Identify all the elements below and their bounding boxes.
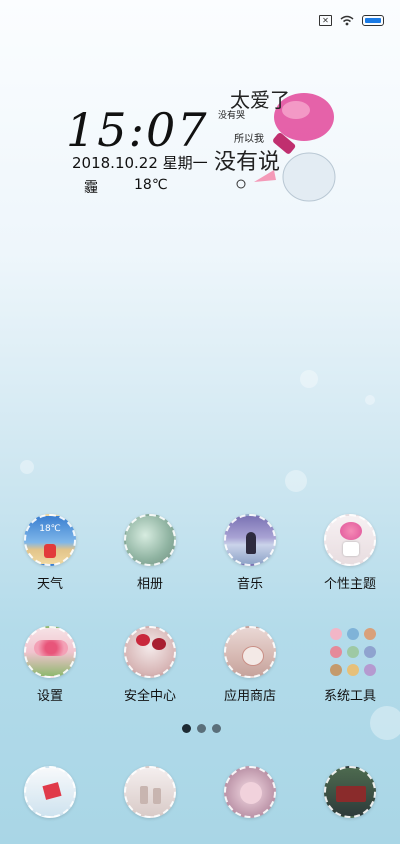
art-text-big-2: 没有说: [214, 150, 281, 175]
dock-camera[interactable]: [300, 766, 400, 818]
app-label: 相册: [136, 577, 163, 592]
wallpaper-artwork: 太爱了 所以我 没有哭 没有说: [214, 82, 344, 212]
browser-icon: [224, 766, 276, 818]
page-dot[interactable]: [197, 724, 206, 733]
clock-time[interactable]: 15:07: [66, 103, 209, 157]
app-label: 音乐: [236, 577, 263, 592]
status-bar: ✕: [319, 10, 384, 30]
app-grid-row-1: 18℃ 天气 相册 音乐 个性主题: [0, 514, 400, 592]
app-weather[interactable]: 18℃ 天气: [0, 514, 100, 592]
art-text-small-2: 没有哭: [218, 111, 246, 121]
settings-icon: [24, 626, 76, 678]
sim-slash-icon: ✕: [319, 14, 332, 26]
messages-icon: [124, 766, 176, 818]
music-icon: [224, 514, 276, 566]
theme-icon: [324, 514, 376, 566]
system-tools-folder-icon: [324, 626, 376, 678]
app-settings[interactable]: 设置: [0, 626, 100, 704]
app-grid-row-2: 设置 安全中心 应用商店 系统工具: [0, 626, 400, 704]
temperature: 18℃: [134, 177, 168, 193]
folder-system-tools[interactable]: 系统工具: [300, 626, 400, 704]
security-icon: [124, 626, 176, 678]
date-label: 2018.10.22 星期一: [72, 154, 208, 172]
weather-icon: 18℃: [24, 514, 76, 566]
app-theme[interactable]: 个性主题: [300, 514, 400, 592]
dock-browser[interactable]: [200, 766, 300, 818]
dock: [0, 766, 400, 818]
dock-phone[interactable]: [0, 766, 100, 818]
bokeh-decor: [370, 706, 400, 740]
bokeh-decor: [365, 395, 375, 405]
app-label: 个性主题: [323, 577, 376, 592]
battery-icon: [362, 14, 384, 26]
gallery-icon: [124, 514, 176, 566]
page-indicator[interactable]: [182, 724, 221, 733]
app-gallery[interactable]: 相册: [100, 514, 200, 592]
bokeh-decor: [300, 370, 318, 388]
weather-badge: 18℃: [39, 524, 61, 534]
page-dot[interactable]: [182, 724, 191, 733]
weather-line: 霾 18℃: [84, 177, 168, 197]
bokeh-decor: [20, 460, 34, 474]
dock-messages[interactable]: [100, 766, 200, 818]
app-label: 天气: [36, 577, 63, 592]
app-store-icon: [224, 626, 276, 678]
app-store[interactable]: 应用商店: [200, 626, 300, 704]
phone-icon: [24, 766, 76, 818]
weather-condition: 霾: [84, 180, 98, 196]
art-text-small: 所以我: [234, 134, 264, 145]
page-dot[interactable]: [212, 724, 221, 733]
app-label: 安全中心: [123, 689, 176, 704]
bokeh-decor: [285, 470, 307, 492]
app-music[interactable]: 音乐: [200, 514, 300, 592]
app-label: 系统工具: [323, 689, 376, 704]
app-label: 设置: [36, 689, 63, 704]
app-label: 应用商店: [223, 689, 276, 704]
wifi-icon: [340, 15, 354, 25]
camera-icon: [324, 766, 376, 818]
app-security[interactable]: 安全中心: [100, 626, 200, 704]
